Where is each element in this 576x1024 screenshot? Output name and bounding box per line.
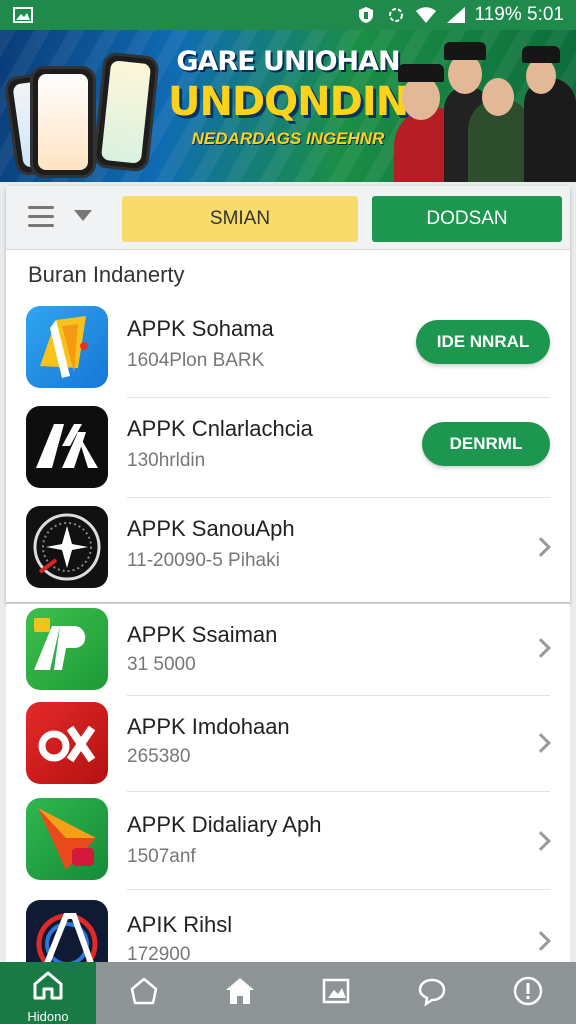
vpn-icon xyxy=(355,6,377,24)
list-item[interactable]: APPK Ssaiman 31 5000 xyxy=(6,604,570,696)
chevron-right-icon[interactable] xyxy=(531,537,551,557)
ox-app-icon xyxy=(26,702,108,784)
nav-chat[interactable] xyxy=(384,962,480,1024)
chat-icon xyxy=(417,976,447,1011)
ap-app-icon xyxy=(26,608,108,690)
apps-card: SMIAN DODSAN Buran Indanerty APPK Sohama… xyxy=(6,186,570,606)
phone-illustration xyxy=(30,66,96,178)
app-subtitle: 1604Plon BARK xyxy=(127,350,265,371)
nav-gallery[interactable] xyxy=(288,962,384,1024)
a-ring-app-icon xyxy=(26,900,108,964)
home-icon xyxy=(32,970,64,1005)
nav-home[interactable]: Hidono xyxy=(0,962,96,1024)
smian-button[interactable]: SMIAN xyxy=(122,196,358,242)
status-bar: 119% 5:01 xyxy=(0,0,576,30)
nav-store[interactable] xyxy=(192,962,288,1024)
app-subtitle: 11-20090-5 Pihaki xyxy=(127,550,280,571)
person-illustration xyxy=(524,78,576,182)
app-subtitle: 1507anf xyxy=(127,846,196,867)
banner-subtitle: NEDARDAGS INGEHNR xyxy=(191,129,385,148)
ay-app-icon xyxy=(26,406,108,488)
app-subtitle: 265380 xyxy=(127,746,191,767)
house-icon xyxy=(224,976,256,1011)
chevron-right-icon[interactable] xyxy=(531,931,551,951)
wifi-icon xyxy=(415,6,437,24)
gallery-icon xyxy=(12,6,34,24)
app-title: APPK Cnlarlachcia xyxy=(127,416,313,441)
chevron-right-icon[interactable] xyxy=(531,831,551,851)
bottom-nav: Hidono xyxy=(0,962,576,1024)
nav-explore[interactable] xyxy=(96,962,192,1024)
dodsan-button[interactable]: DODSAN xyxy=(372,196,562,242)
chevron-right-icon[interactable] xyxy=(531,638,551,658)
list-item[interactable]: APPK Imdohaan 265380 xyxy=(6,696,570,792)
app-title: APPK Imdohaan xyxy=(127,714,290,739)
chevron-right-icon[interactable] xyxy=(531,733,551,753)
signal-icon xyxy=(445,6,467,24)
caret-down-icon[interactable] xyxy=(74,210,92,221)
arrow-app-icon xyxy=(26,798,108,880)
promo-banner[interactable]: GARE UNIOHAN UNDQNDIN NEDARDAGS INGEHNR xyxy=(0,30,576,182)
download-button[interactable]: DENRML xyxy=(422,422,550,466)
app-title: APPK Didaliary Aph xyxy=(127,812,322,837)
compass-app-icon xyxy=(26,506,108,588)
toolbar: SMIAN DODSAN xyxy=(6,186,570,250)
nav-home-label: Hidono xyxy=(27,1009,69,1024)
app-title: APPK Ssaiman xyxy=(127,622,278,647)
list-item[interactable]: APPK SanouAph 11-20090-5 Pihaki xyxy=(6,498,570,598)
hamburger-icon[interactable] xyxy=(28,206,54,228)
list-item[interactable]: APPK Sohama 1604Plon BARK IDE NNRAL xyxy=(6,298,570,398)
image-icon xyxy=(321,976,351,1011)
home-outline-icon xyxy=(129,976,159,1011)
banner-headline: GARE UNIOHAN xyxy=(176,46,400,77)
list-item[interactable]: APIK Rihsl 172900 xyxy=(6,890,570,964)
app-title: APIK Rihsl xyxy=(127,912,233,937)
app-subtitle: 172900 xyxy=(127,944,191,964)
battery-time-text: 119% 5:01 xyxy=(474,4,564,25)
pencil-app-icon xyxy=(26,306,108,388)
nav-info[interactable] xyxy=(480,962,576,1024)
download-button[interactable]: IDE NNRAL xyxy=(416,320,550,364)
info-icon xyxy=(512,975,544,1012)
banner-title: UNDQNDIN xyxy=(168,79,409,125)
app-title: APPK Sohama xyxy=(127,316,274,341)
apps-list: APPK Ssaiman 31 5000 APPK Imdohaan 26538… xyxy=(6,604,570,964)
app-title: APPK SanouAph xyxy=(127,516,295,541)
section-title: Buran Indanerty xyxy=(28,262,185,287)
sync-icon xyxy=(385,6,407,24)
app-subtitle: 130hrldin xyxy=(127,450,206,471)
app-subtitle: 31 5000 xyxy=(127,654,196,675)
list-item[interactable]: APPK Cnlarlachcia 130hrldin DENRML xyxy=(6,398,570,498)
list-item[interactable]: APPK Didaliary Aph 1507anf xyxy=(6,792,570,890)
